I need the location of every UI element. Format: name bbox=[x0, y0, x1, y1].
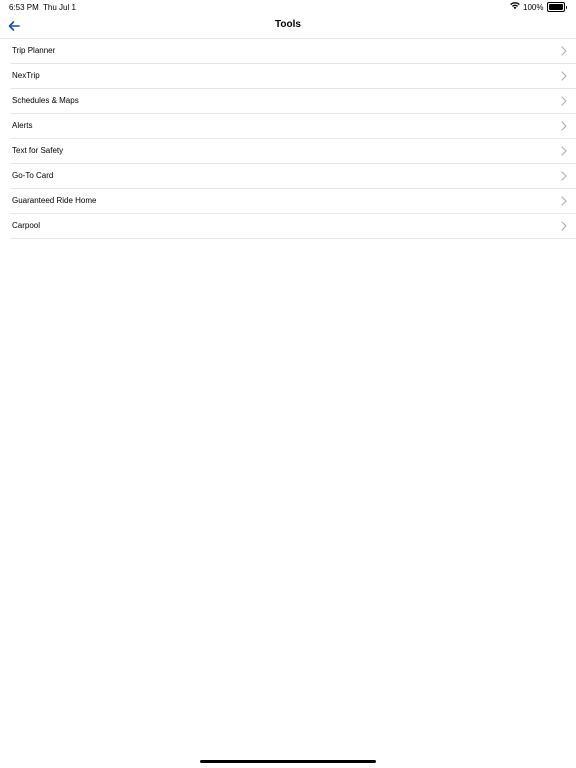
list-item-label: Carpool bbox=[12, 221, 41, 230]
list-item-label: NexTrip bbox=[12, 71, 40, 80]
chevron-right-icon bbox=[561, 121, 567, 131]
list-item[interactable]: Schedules & Maps bbox=[11, 89, 576, 114]
chevron-right-icon bbox=[561, 196, 567, 206]
list-item[interactable]: Carpool bbox=[11, 214, 576, 239]
list-item[interactable]: NexTrip bbox=[11, 64, 576, 89]
battery-percent: 100% bbox=[523, 2, 544, 12]
chevron-right-icon bbox=[561, 146, 567, 156]
list-item-label: Text for Safety bbox=[12, 146, 64, 155]
chevron-right-icon bbox=[561, 171, 567, 181]
list-item-label: Guaranteed Ride Home bbox=[12, 196, 97, 205]
chevron-right-icon bbox=[561, 46, 567, 56]
list-item[interactable]: Trip Planner bbox=[11, 39, 576, 64]
list-item[interactable]: Alerts bbox=[11, 114, 576, 139]
navigation-bar: Tools bbox=[0, 14, 576, 39]
status-bar: 6:53 PM Thu Jul 1 100% bbox=[0, 0, 576, 14]
chevron-right-icon bbox=[561, 221, 567, 231]
list-item-label: Schedules & Maps bbox=[12, 96, 79, 105]
wifi-icon bbox=[510, 2, 520, 12]
battery-icon bbox=[546, 2, 565, 12]
chevron-right-icon bbox=[561, 71, 567, 81]
list-item[interactable]: Guaranteed Ride Home bbox=[11, 189, 576, 214]
chevron-right-icon bbox=[561, 96, 567, 106]
page-title: Tools bbox=[275, 19, 301, 30]
list-item[interactable]: Go-To Card bbox=[11, 164, 576, 189]
home-indicator bbox=[200, 760, 376, 763]
list-item[interactable]: Text for Safety bbox=[11, 139, 576, 164]
status-indicators: 100% bbox=[510, 2, 567, 12]
list-item-label: Go-To Card bbox=[12, 171, 54, 180]
battery-cap bbox=[565, 5, 567, 9]
status-date: Thu Jul 1 bbox=[43, 3, 76, 12]
list-item-label: Trip Planner bbox=[12, 46, 56, 55]
status-time: 6:53 PM bbox=[9, 3, 39, 12]
tools-list: Trip Planner NexTrip Schedules & Maps Alert… bbox=[11, 39, 576, 239]
list-item-label: Alerts bbox=[12, 121, 33, 130]
battery-fill bbox=[548, 4, 563, 10]
